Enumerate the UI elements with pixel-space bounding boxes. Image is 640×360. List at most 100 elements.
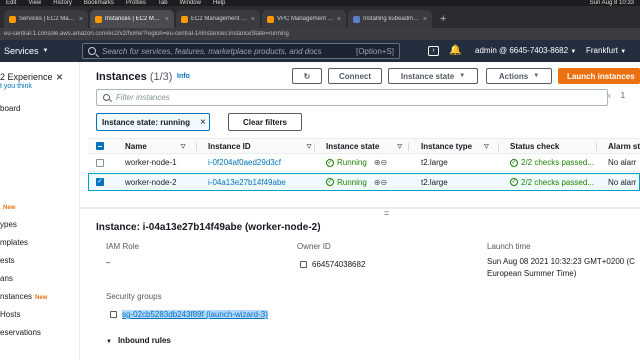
search-placeholder: Search for services, features, marketpla… — [102, 46, 322, 56]
new-tab-icon[interactable]: + — [434, 13, 452, 28]
search-icon — [88, 47, 96, 55]
instance-state-button[interactable]: Instance state ▼ — [388, 68, 478, 84]
close-icon[interactable]: × — [251, 16, 255, 23]
aws-top-nav: Services ▼ Search for services, features… — [0, 40, 640, 62]
col-status-check[interactable]: Status check — [510, 139, 559, 153]
security-group-link[interactable]: sg-02cb5283db243f89f (launch-wizard-3) — [122, 310, 268, 319]
select-all-checkbox[interactable] — [96, 139, 104, 153]
table-row[interactable]: worker-node-1 i-0f204af0aed29d3cf ✓ Runni… — [88, 154, 640, 172]
browser-tab[interactable]: Services | EC2 Management Console × — [4, 10, 88, 28]
prev-page-icon[interactable]: ‹ — [608, 91, 611, 100]
instance-id-link[interactable]: i-04a13e27b14f49abe — [208, 174, 286, 190]
close-icon[interactable]: × — [337, 16, 341, 23]
status-check: ✓ 2/2 checks passed... — [510, 177, 594, 187]
bell-icon[interactable]: 🔔 — [449, 46, 461, 56]
aws-icon — [9, 15, 16, 23]
col-name[interactable]: Name ▽ — [125, 139, 185, 153]
instance-state: ✓ Running ⊕⊖ — [326, 177, 388, 187]
page-title: Instances (1/3) — [96, 71, 173, 83]
sidebar: 2 Experience t you think × board New ype… — [0, 62, 80, 360]
close-icon[interactable]: × — [423, 16, 427, 23]
connect-button[interactable]: Connect — [328, 68, 382, 84]
col-instance-type[interactable]: Instance type ▽ — [421, 139, 489, 153]
detail-title: Instance: i-04a13e27b14f49abe (worker-no… — [96, 222, 321, 233]
drag-handle-icon[interactable]: = — [384, 208, 389, 218]
col-instance-state[interactable]: Instance state ▽ — [326, 139, 402, 153]
alarm-status: No alarr — [608, 177, 637, 187]
sidebar-item-reserved-instances[interactable]: nstances New — [0, 292, 47, 301]
table-row-selected[interactable]: ✓ worker-node-2 i-04a13e27b14f49abe ✓ Run… — [88, 173, 640, 191]
copy-icon[interactable] — [300, 261, 307, 268]
remove-filter-icon[interactable]: × — [200, 117, 206, 128]
close-icon[interactable]: × — [79, 16, 83, 23]
launch-instances-button[interactable]: Launch instances — [558, 68, 640, 84]
refresh-button[interactable]: ↻ — [292, 68, 322, 84]
kubernetes-icon — [353, 15, 360, 23]
main-panel: Instances (1/3) Info ↻ Connect Instance … — [80, 62, 640, 360]
filter-placeholder: Filter instances — [116, 93, 170, 102]
zoom-icons[interactable]: ⊕⊖ — [374, 178, 387, 187]
browser-tab[interactable]: EC2 Management Console × — [176, 10, 260, 28]
filter-instances-input[interactable]: Filter instances — [96, 89, 608, 106]
sidebar-item-new[interactable]: New — [0, 202, 15, 211]
owner-id-label: Owner ID — [297, 242, 331, 251]
sidebar-item-dashboard[interactable]: board — [0, 104, 20, 113]
address-bar[interactable]: eu-central-1.console.aws.amazon.com/ec2/… — [0, 28, 640, 40]
aws-icon — [267, 15, 274, 23]
pagination: ‹ 1 — [608, 91, 625, 100]
check-circle-icon: ✓ — [326, 158, 334, 167]
caret-down-icon: ▼ — [106, 339, 112, 345]
sidebar-item-dedicated-hosts[interactable]: Hosts — [0, 310, 20, 319]
actions-button[interactable]: Actions ▼ — [486, 68, 552, 84]
instance-name: worker-node-2 — [125, 177, 177, 187]
security-group-value: sg-02cb5283db243f89f (launch-wizard-3) — [110, 310, 268, 319]
account-label: admin @ 6645-7403-8682 — [475, 46, 569, 55]
zoom-icons[interactable]: ⊕⊖ — [374, 158, 387, 167]
browser-tab[interactable]: VPC Management Console × — [262, 10, 346, 28]
account-menu[interactable]: admin @ 6645-7403-8682 ▼ — [475, 46, 576, 55]
sidebar-item-launch-templates[interactable]: mplates — [0, 238, 28, 247]
check-circle-icon: ✓ — [510, 158, 518, 167]
tab-title: VPC Management Console — [277, 16, 334, 22]
region-menu[interactable]: Frankfurt ▼ — [586, 46, 626, 55]
check-circle-icon: ✓ — [326, 178, 334, 186]
copy-icon[interactable] — [110, 311, 117, 318]
filter-chip[interactable]: Instance state: running × — [96, 113, 210, 131]
close-icon[interactable]: × — [56, 70, 63, 84]
sidebar-item-instance-types[interactable]: ypes — [0, 220, 17, 229]
aws-search-input[interactable]: Search for services, features, marketpla… — [82, 43, 400, 59]
page-number[interactable]: 1 — [621, 91, 625, 100]
cloudshell-icon[interactable]: › — [428, 46, 439, 56]
split-divider[interactable] — [80, 207, 640, 209]
info-link[interactable]: Info — [177, 73, 190, 80]
services-menu[interactable]: Services ▼ — [0, 46, 48, 56]
filter-chip-label: Instance state: running — [102, 117, 191, 127]
aws-icon — [181, 15, 188, 23]
services-label: Services — [4, 46, 39, 56]
check-circle-icon: ✓ — [510, 178, 518, 186]
refresh-icon: ↻ — [303, 71, 311, 81]
browser-tab-active[interactable]: Instances | EC2 Management Console × — [90, 10, 174, 28]
tab-title: Services | EC2 Management Console — [19, 16, 76, 22]
security-groups-label: Security groups — [106, 292, 162, 301]
instance-id-link[interactable]: i-0f204af0aed29d3cf — [208, 154, 281, 171]
status-check: ✓ 2/2 checks passed... — [510, 158, 594, 167]
instance-type: t2.large — [421, 177, 448, 187]
close-icon[interactable]: × — [165, 16, 169, 23]
iam-role-label: IAM Role — [106, 242, 139, 251]
search-icon — [103, 94, 110, 101]
col-alarm-status[interactable]: Alarm st — [608, 139, 640, 153]
clear-filters-button[interactable]: Clear filters — [228, 113, 302, 131]
col-instance-id[interactable]: Instance ID ▽ — [208, 139, 311, 153]
inbound-rules-toggle[interactable]: ▼ Inbound rules — [106, 336, 171, 345]
sidebar-item-capacity-reservations[interactable]: eservations — [0, 328, 41, 337]
row-checkbox[interactable] — [96, 154, 104, 171]
sidebar-item-spot-requests[interactable]: ests — [0, 256, 15, 265]
tab-title: Instances | EC2 Management Console — [105, 16, 162, 22]
feedback-link[interactable]: t you think — [0, 83, 32, 90]
browser-tab[interactable]: Installing kubeadm | Kubernetes × — [348, 10, 432, 28]
row-checkbox[interactable]: ✓ — [96, 174, 104, 190]
owner-id-value: 664574038682 — [300, 260, 365, 269]
search-shortcut-hint: [Option+S] — [355, 46, 394, 56]
sidebar-item-savings-plans[interactable]: ans — [0, 274, 13, 283]
